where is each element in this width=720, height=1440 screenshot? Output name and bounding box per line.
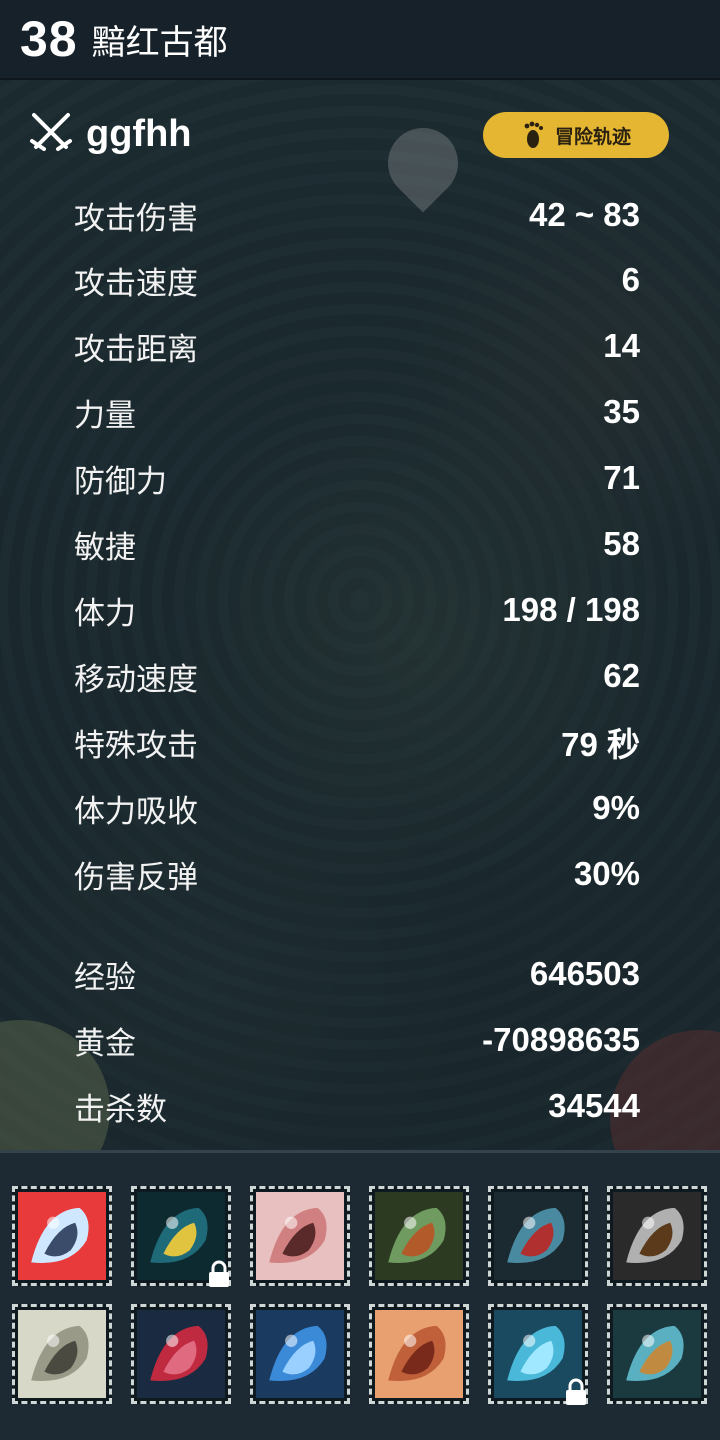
armor-item-icon <box>494 1192 582 1280</box>
stat-kills: 击杀数 34544 <box>74 1086 640 1128</box>
stat-value: 62 <box>603 657 640 694</box>
stat-value: 9% <box>592 789 640 826</box>
stat-label: 体力 <box>74 595 136 632</box>
herb-item-icon <box>375 1192 463 1280</box>
stat-value: 42 ~ 83 <box>528 196 640 233</box>
stat-value: 58 <box>603 525 640 562</box>
inventory-slot[interactable] <box>131 1304 231 1404</box>
inventory-slot[interactable] <box>369 1304 469 1404</box>
inventory-slot[interactable] <box>12 1186 112 1286</box>
crossed-swords-icon <box>30 113 72 151</box>
location-name: 黯红古都 <box>91 22 228 63</box>
stat-label: 敏捷 <box>74 529 136 566</box>
stat-label: 伤害反弹 <box>74 859 198 896</box>
lock-icon <box>209 1260 229 1287</box>
stat-move-speed: 移动速度 62 <box>74 656 640 698</box>
stat-value: 30% <box>573 855 640 892</box>
character-header: ggfhh <box>28 110 192 158</box>
stat-experience: 经验 646503 <box>74 954 640 996</box>
stat-attack-range: 攻击距离 14 <box>74 326 640 368</box>
player-level: 38 <box>20 11 78 67</box>
stat-value: 35 <box>603 393 640 430</box>
stat-label: 防御力 <box>74 463 167 500</box>
stat-gold: 黄金 -70898635 <box>74 1020 640 1062</box>
stat-attack-damage: 攻击伤害 42 ~ 83 <box>74 195 640 237</box>
top-bar: 38 黯红古都 <box>0 0 720 80</box>
stat-damage-reflect: 伤害反弹 30% <box>74 854 640 896</box>
stat-special-attack: 特殊攻击 79 秒 <box>74 722 640 764</box>
stat-attack-speed: 攻击速度 6 <box>74 260 640 302</box>
inventory-slot[interactable] <box>12 1304 112 1404</box>
stat-value: 6 <box>621 261 640 298</box>
stat-label: 攻击速度 <box>74 265 198 302</box>
gauntlet-item-icon <box>613 1192 701 1280</box>
pickaxe-item-icon <box>256 1192 344 1280</box>
stat-value: 71 <box>603 459 640 496</box>
stat-label: 力量 <box>74 397 136 434</box>
stat-label: 移动速度 <box>74 661 198 698</box>
inventory-slot[interactable] <box>131 1186 231 1287</box>
stat-label: 攻击伤害 <box>74 200 198 237</box>
slime-item-icon <box>256 1310 344 1398</box>
scroll-item-icon <box>375 1310 463 1398</box>
inventory-slot[interactable] <box>369 1186 469 1286</box>
coral-item-icon <box>137 1310 225 1398</box>
stat-stamina: 体力 198 / 198 <box>74 590 640 632</box>
character-name: ggfhh <box>86 112 192 155</box>
inventory-slot[interactable] <box>488 1304 588 1405</box>
stat-strength: 力量 35 <box>74 392 640 434</box>
inventory-slot[interactable] <box>607 1186 707 1286</box>
stat-label: 经验 <box>74 959 136 996</box>
footprint-icon <box>524 121 543 148</box>
stat-life-steal: 体力吸收 9% <box>74 788 640 830</box>
inventory-slot[interactable] <box>488 1186 588 1286</box>
stat-value: 79 秒 <box>561 726 640 763</box>
stat-value: -70898635 <box>482 1021 640 1058</box>
stat-label: 攻击距离 <box>74 331 198 368</box>
inventory-slot[interactable] <box>250 1186 350 1286</box>
stat-label: 黄金 <box>74 1025 136 1062</box>
stat-value: 198 / 198 <box>502 591 640 628</box>
bow-item-icon <box>613 1310 701 1398</box>
adventure-log-label: 冒险轨迹 <box>554 125 631 148</box>
stat-value: 646503 <box>529 955 640 992</box>
stat-label: 体力吸收 <box>74 793 198 830</box>
stat-value: 34544 <box>548 1087 640 1124</box>
inventory-slot[interactable] <box>250 1304 350 1404</box>
lock-icon <box>566 1378 586 1405</box>
stat-label: 击杀数 <box>74 1091 167 1128</box>
adventure-log-button[interactable]: 冒险轨迹 <box>483 112 669 158</box>
stat-agility: 敏捷 58 <box>74 524 640 566</box>
glove-item-icon <box>18 1310 106 1398</box>
stat-label: 特殊攻击 <box>74 727 198 764</box>
stat-defense: 防御力 71 <box>74 458 640 500</box>
inventory-slot[interactable] <box>607 1304 707 1404</box>
stat-value: 14 <box>603 327 640 364</box>
hat-item-icon <box>18 1192 106 1280</box>
